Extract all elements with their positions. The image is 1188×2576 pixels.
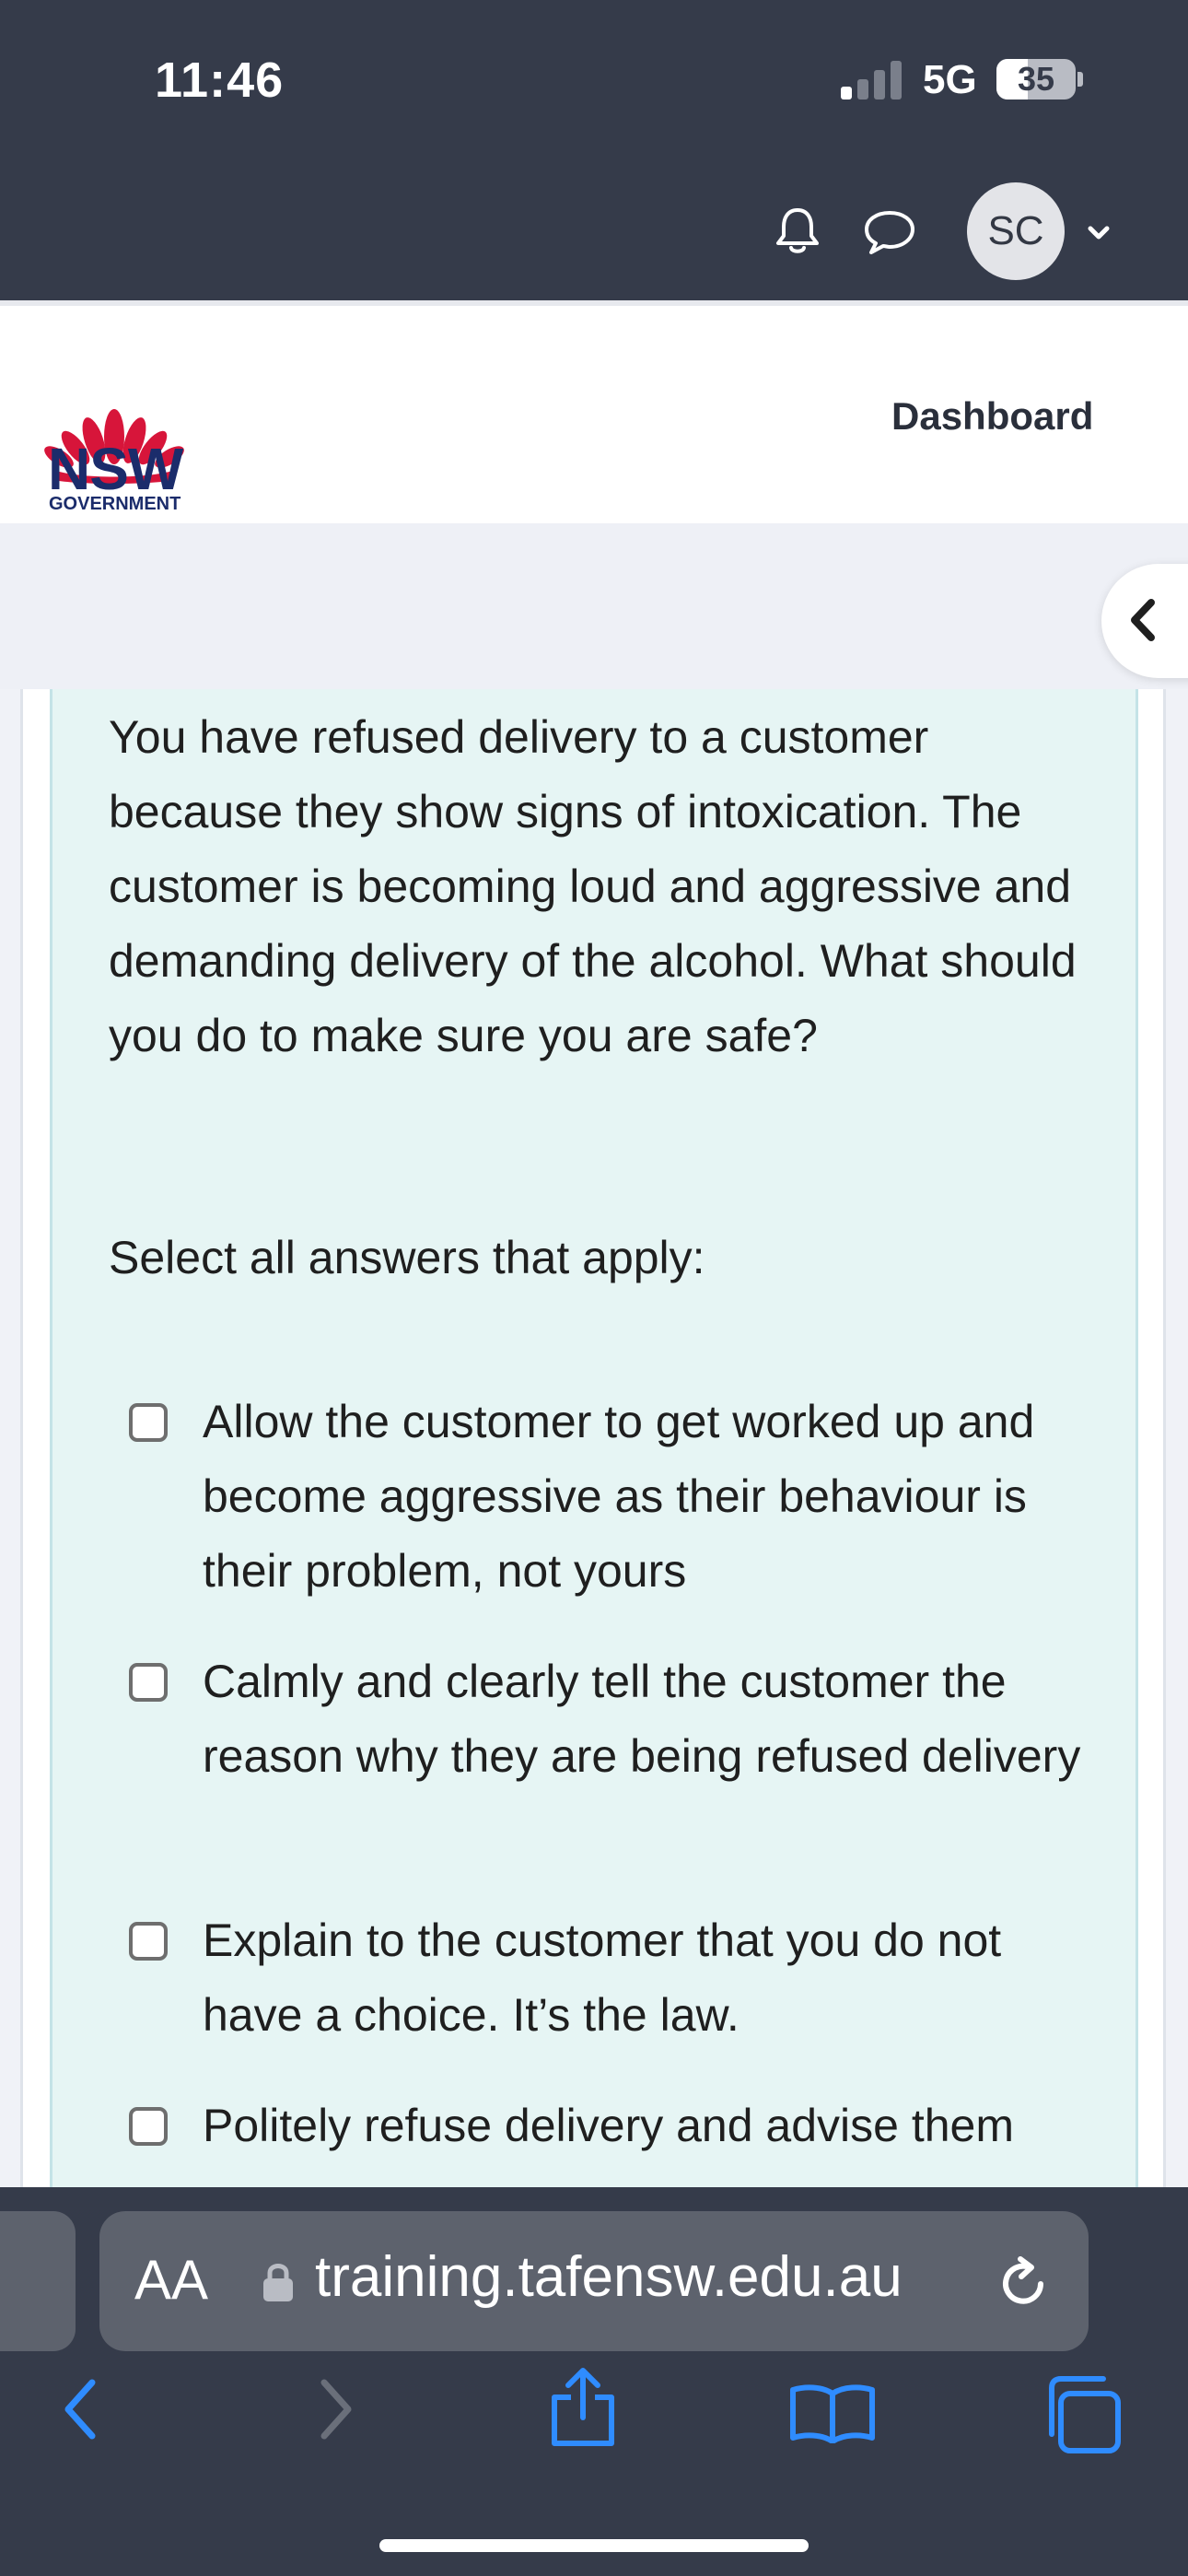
text-size-label: AA: [134, 2249, 209, 2311]
chevron-down-icon[interactable]: [1085, 219, 1112, 247]
text-size-button[interactable]: AA: [134, 2248, 208, 2312]
previous-tab-preview[interactable]: [0, 2211, 76, 2351]
chevron-left-icon: [1131, 599, 1155, 641]
forward-arrow-icon[interactable]: [313, 2377, 359, 2441]
answer-checkbox[interactable]: [129, 1922, 168, 1961]
instruction-text: Select all answers that apply:: [109, 1232, 705, 1283]
bell-icon[interactable]: [774, 205, 821, 256]
answer-label: Politely refuse delivery and advise them: [203, 2100, 1015, 2151]
answer-label: Allow the customer to get worked up and …: [203, 1396, 1035, 1597]
status-time: 11:46: [155, 53, 285, 108]
home-indicator[interactable]: [379, 2539, 809, 2552]
dashboard-link[interactable]: Dashboard: [891, 394, 1093, 439]
logo-text: NSW: [48, 436, 183, 502]
answer-checkbox[interactable]: [129, 1663, 168, 1702]
url-text[interactable]: training.tafensw.edu.au: [315, 2244, 903, 2310]
site-header: NSW GOVERNMENT Dashboard: [0, 300, 1188, 523]
tabs-icon[interactable]: [1041, 2373, 1124, 2456]
battery-nub: [1077, 72, 1083, 87]
back-arrow-icon[interactable]: [57, 2377, 103, 2441]
question-text: You have refused delivery to a customer …: [109, 711, 1077, 1061]
avatar[interactable]: SC: [967, 182, 1065, 280]
battery-icon: 35: [996, 59, 1076, 100]
lock-icon: [263, 2264, 293, 2301]
share-icon[interactable]: [545, 2366, 621, 2449]
answer-label: Explain to the customer that you do not …: [203, 1914, 1002, 2041]
chat-icon[interactable]: [862, 208, 917, 256]
network-type: 5G: [923, 57, 977, 102]
logo-subtext: GOVERNMENT: [49, 494, 181, 514]
answer-label: Calmly and clearly tell the customer the…: [203, 1656, 1081, 1782]
content-band: [0, 523, 1188, 689]
answer-checkbox[interactable]: [129, 1403, 168, 1442]
bookmarks-icon[interactable]: [788, 2383, 877, 2443]
battery-level: 35: [1017, 60, 1055, 98]
cellular-signal-icon: [841, 61, 905, 100]
reload-icon[interactable]: [993, 2254, 1054, 2314]
answer-checkbox[interactable]: [129, 2107, 168, 2146]
